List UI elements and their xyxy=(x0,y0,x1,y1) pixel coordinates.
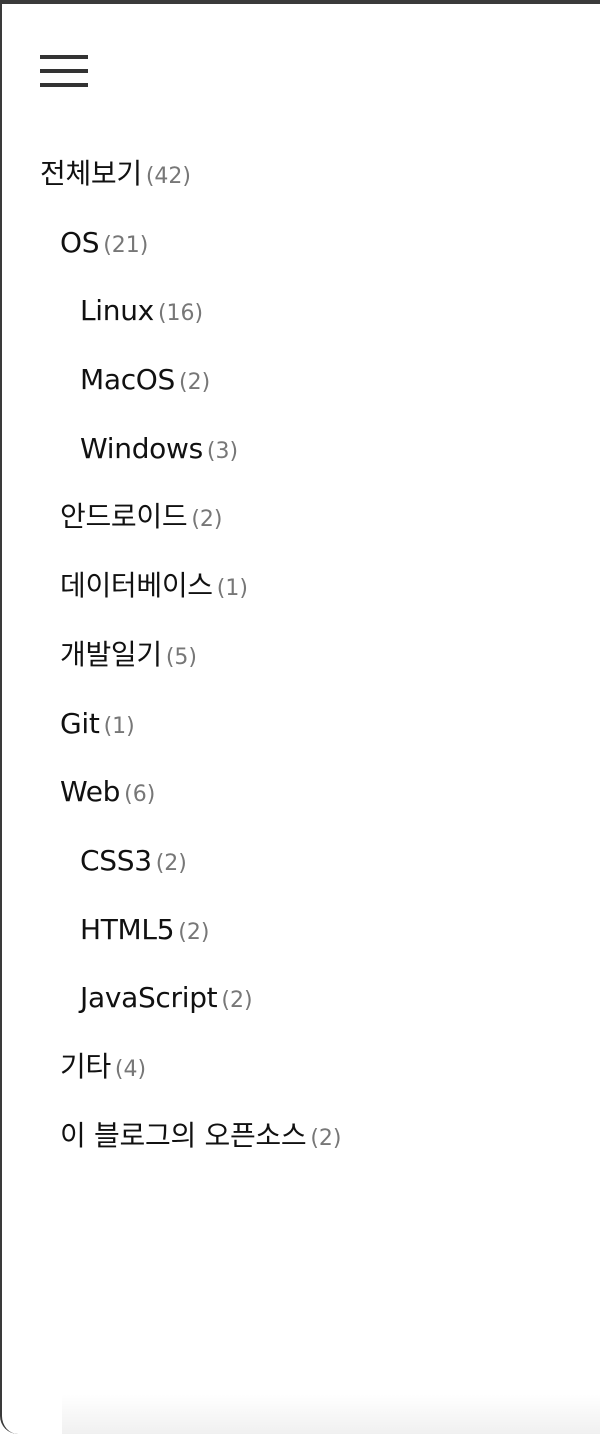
category-list: 전체보기 (42) OS (21) Linux (16) MacOS (2) Windo… xyxy=(2,140,600,1170)
category-item-web[interactable]: Web (6) xyxy=(2,758,600,827)
category-name: 이 블로그의 오픈소스 xyxy=(60,1118,307,1152)
category-name: 개발일기 xyxy=(60,637,162,671)
category-name: 안드로이드 xyxy=(60,500,188,534)
category-name: 데이터베이스 xyxy=(60,569,213,603)
category-name: JavaScript xyxy=(80,981,218,1015)
category-item-javascript[interactable]: JavaScript (2) xyxy=(2,964,600,1033)
category-name: Windows xyxy=(80,431,203,465)
category-item-html5[interactable]: HTML5 (2) xyxy=(2,896,600,965)
category-count: (2) xyxy=(310,1125,342,1151)
category-item-css3[interactable]: CSS3 (2) xyxy=(2,827,600,896)
category-name: 전체보기 xyxy=(40,157,142,190)
category-count: (1) xyxy=(103,713,135,739)
category-item-etc[interactable]: 기타 (4) xyxy=(2,1033,600,1102)
category-count: (1) xyxy=(216,576,248,602)
category-name: MacOS xyxy=(80,363,176,397)
category-count: (6) xyxy=(124,782,156,808)
menu-bar xyxy=(40,55,88,59)
category-item-os[interactable]: OS (21) xyxy=(2,209,600,278)
category-name: Linux xyxy=(80,294,154,328)
category-name: 기타 xyxy=(60,1049,111,1083)
category-name: OS xyxy=(60,225,100,259)
menu-bar xyxy=(40,83,88,87)
menu-bar xyxy=(40,69,88,73)
bottom-shadow xyxy=(62,1394,600,1434)
category-name: Web xyxy=(60,775,121,809)
category-item-database[interactable]: 데이터베이스 (1) xyxy=(2,552,600,621)
category-item-git[interactable]: Git (1) xyxy=(2,690,600,759)
category-count: (2) xyxy=(221,988,253,1014)
category-count: (4) xyxy=(114,1056,147,1082)
category-count: (5) xyxy=(165,644,198,670)
category-name: HTML5 xyxy=(80,912,175,946)
category-name: CSS3 xyxy=(80,843,152,877)
category-count: (42) xyxy=(145,164,192,189)
category-item-android[interactable]: 안드로이드 (2) xyxy=(2,483,600,552)
category-count: (3) xyxy=(206,438,239,464)
category-name: Git xyxy=(60,706,100,740)
sidebar-panel: 전체보기 (42) OS (21) Linux (16) MacOS (2) Windo… xyxy=(0,0,600,1434)
category-item-linux[interactable]: Linux (16) xyxy=(2,277,600,346)
category-count: (16) xyxy=(157,301,204,327)
category-item-windows[interactable]: Windows (3) xyxy=(2,415,600,484)
category-item-all[interactable]: 전체보기 (42) xyxy=(2,140,600,209)
category-count: (2) xyxy=(179,370,211,396)
category-count: (2) xyxy=(191,507,223,533)
category-count: (2) xyxy=(178,919,210,945)
category-item-macos[interactable]: MacOS (2) xyxy=(2,346,600,415)
category-count: (21) xyxy=(103,232,149,258)
category-item-dev-diary[interactable]: 개발일기 (5) xyxy=(2,621,600,690)
category-item-open-source[interactable]: 이 블로그의 오픈소스 (2) xyxy=(2,1102,600,1171)
hamburger-menu-icon[interactable] xyxy=(40,54,90,92)
category-count: (2) xyxy=(155,850,187,876)
